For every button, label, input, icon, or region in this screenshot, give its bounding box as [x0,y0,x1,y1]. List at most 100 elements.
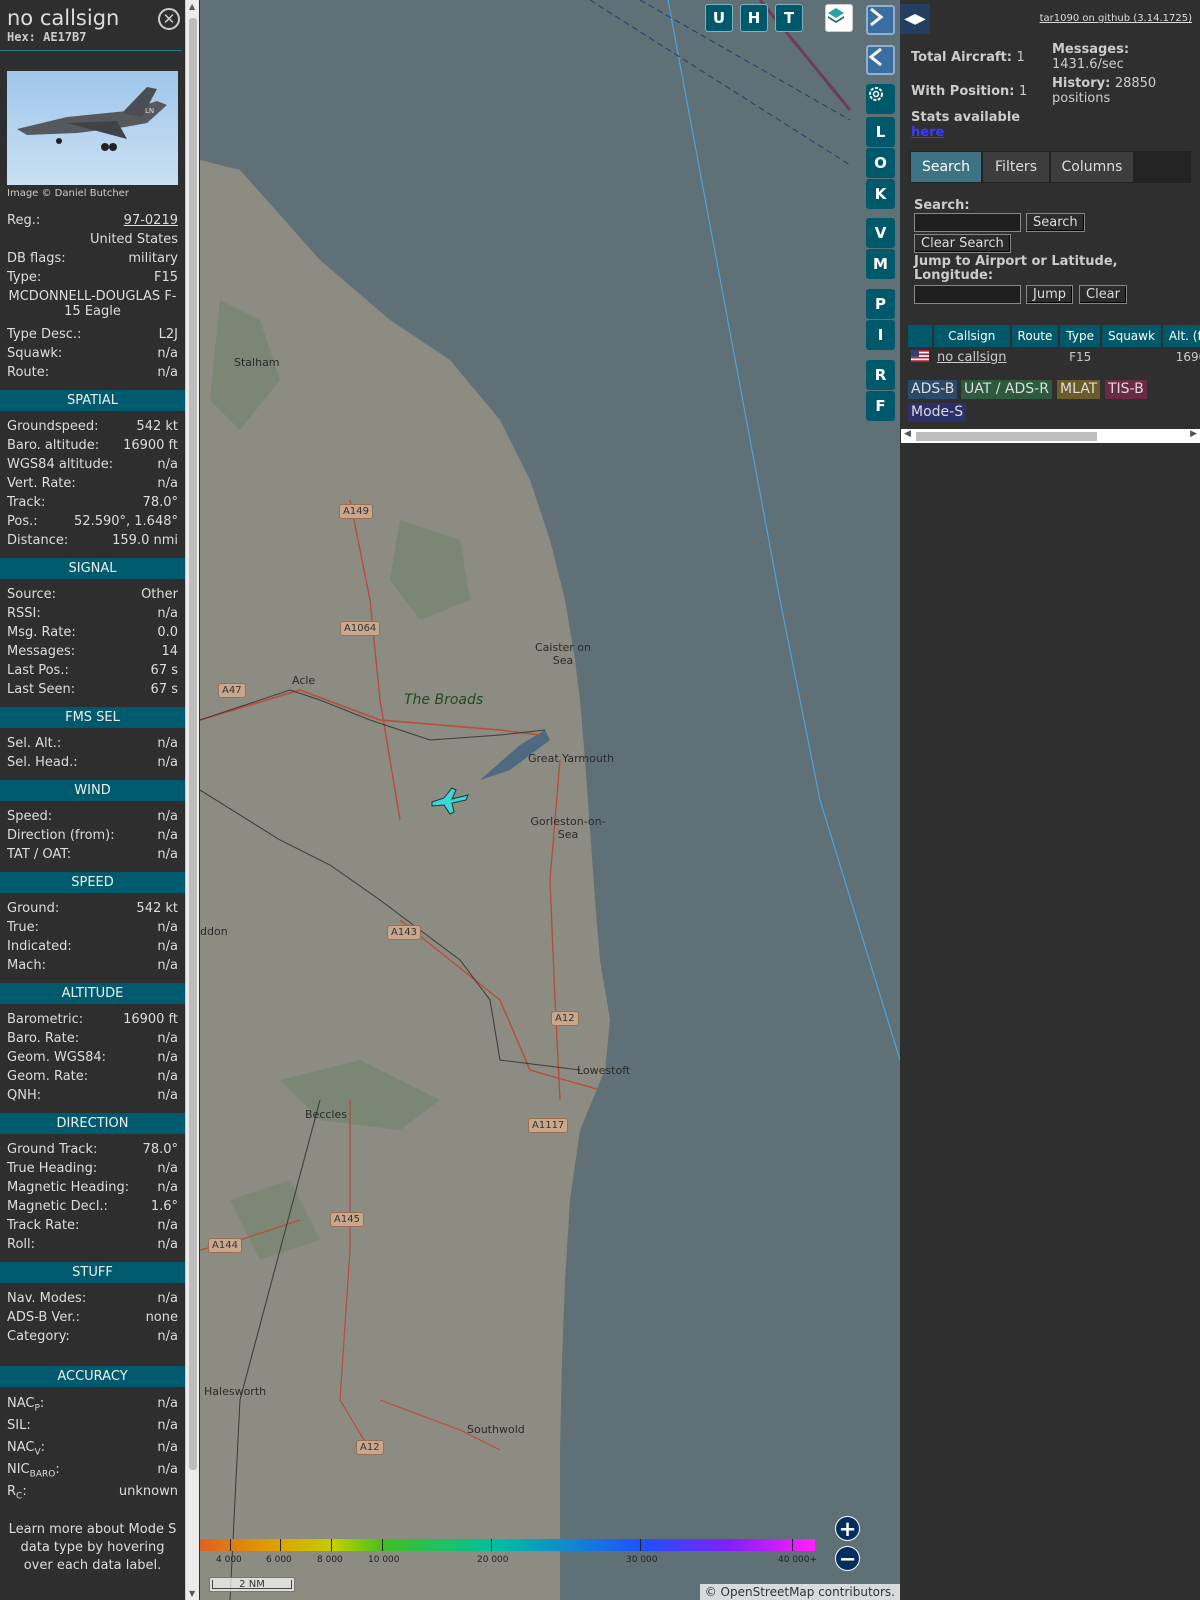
altitude-tick-label: 8 000 [317,1555,343,1565]
map-button-o[interactable]: O [866,148,895,178]
nacp-text: NAC [7,1396,35,1411]
altitude-tick [331,1539,332,1551]
scroll-right-icon[interactable]: ▶ [1190,429,1197,439]
settings-gear-icon[interactable] [866,84,895,114]
info-row: Vert. Rate: n/a [0,474,185,493]
github-link[interactable]: tar1090 on github (3.14.1725) [1040,13,1192,24]
info-row: Source: Other [0,585,185,604]
col-type[interactable]: Type [1060,325,1100,347]
info-row: TAT / OAT: n/a [0,845,185,864]
selected-callsign: no callsign [7,6,120,30]
toggle-panel-icon[interactable]: ◀▶ [900,4,930,34]
map-attribution[interactable]: © OpenStreetMap contributors. [699,1584,900,1600]
aircraft-photo[interactable]: LN [7,71,178,185]
close-icon[interactable]: ✕ [158,8,180,30]
info-row: ADS-B Ver.: none [0,1308,185,1327]
map-button-k[interactable]: K [866,179,895,209]
info-label: Baro. altitude: [7,438,100,453]
map-button-t[interactable]: T [775,4,803,32]
map-button-l[interactable]: L [866,117,895,147]
nacp-value: n/a [157,1396,178,1411]
map-button-r[interactable]: R [866,360,895,390]
map-button-v[interactable]: V [866,218,895,248]
nacv-sub: V [34,1447,41,1458]
info-label: Distance: [7,533,69,548]
info-value: n/a [157,457,178,472]
col-route[interactable]: Route [1011,325,1059,347]
altitude-tick-label: 20 000 [477,1555,509,1565]
table-horizontal-scrollbar[interactable]: ◀ ▶ [901,429,1200,443]
info-value: 67 s [150,663,178,678]
expand-right-icon[interactable] [866,5,895,35]
place-ddon: ddon [200,925,228,938]
place-the-broads: The Broads [404,692,484,708]
scrollbar-thumb[interactable] [189,18,197,1470]
col-squawk[interactable]: Squawk [1101,325,1161,347]
svg-text:LN: LN [145,107,154,115]
tab-columns[interactable]: Columns [1051,152,1133,182]
clear-search-button[interactable]: Clear Search [914,234,1011,253]
total-aircraft-label: Total Aircraft: [911,50,1012,65]
scale-line-bar [212,1580,292,1589]
sil-row: SIL: n/a [0,1415,185,1437]
country: United States [89,232,178,247]
info-row: RSSI: n/a [0,604,185,623]
layers-icon[interactable] [825,4,853,32]
map-button-m[interactable]: M [866,249,895,279]
jet-photo-graphic: LN [17,87,167,151]
col-flag[interactable] [908,325,932,347]
info-label: Sel. Head.: [7,755,78,770]
info-label: WGS84 altitude: [7,457,114,472]
zoom-in-icon[interactable]: + [835,1516,860,1541]
row-callsign[interactable]: no callsign [934,347,1010,367]
altitude-tick [792,1539,793,1551]
map-button-i[interactable]: I [866,320,895,350]
scroll-up-icon[interactable]: ▲ [189,2,195,11]
info-row: Geom. Rate: n/a [0,1067,185,1086]
map-button-u[interactable]: U [705,4,733,32]
jump-input[interactable] [914,285,1021,304]
info-value: n/a [157,1069,178,1084]
info-value: n/a [157,1291,178,1306]
map-button-p[interactable]: P [866,289,895,319]
hscroll-thumb[interactable] [916,432,1097,441]
search-input[interactable] [914,213,1021,232]
squawk-value: n/a [157,346,178,361]
map-button-f[interactable]: F [866,391,895,421]
stats-here-link[interactable]: here [911,125,944,140]
nacv-value: n/a [157,1440,178,1455]
info-row: Ground Track: 78.0° [0,1140,185,1159]
info-row: True: n/a [0,918,185,937]
info-header: no callsign Hex: AE17B7 [0,0,181,51]
table-row[interactable]: no callsign F15 16900 [908,347,1200,367]
tab-filters[interactable]: Filters [983,152,1049,182]
route-value: n/a [157,365,178,380]
search-label: Search: [914,198,970,213]
info-panel-scrollbar[interactable]: ▲ ▼ [185,0,199,1600]
collapse-left-icon[interactable] [866,45,895,75]
squawk-row: Squawk: n/a [0,344,185,363]
scroll-left-icon[interactable]: ◀ [904,429,911,439]
map-view[interactable]: Stalham Acle Caister on Sea The Broads G… [200,0,900,1600]
map-button-h[interactable]: H [740,4,768,32]
info-value: 14 [161,644,178,659]
scroll-down-icon[interactable]: ▼ [189,1589,195,1598]
tab-search[interactable]: Search [911,152,981,182]
info-label: Category: [7,1329,70,1344]
section-header-speed: SPEED [0,872,185,893]
jump-button[interactable]: Jump [1026,285,1073,304]
col-altitude[interactable]: Alt. (ft) [1162,325,1200,347]
info-value: n/a [157,847,178,862]
search-button[interactable]: Search [1026,213,1085,232]
altitude-color-bar [200,1539,815,1551]
zoom-out-icon[interactable]: − [835,1546,860,1571]
nacp-row: NACP: n/a [0,1393,185,1415]
info-value: n/a [157,1050,178,1065]
clear-button[interactable]: Clear [1079,285,1127,304]
reg-link[interactable]: 97-0219 [124,211,178,230]
aircraft-info-panel: no callsign Hex: AE17B7 ✕ LN Image © Dan… [0,0,185,1600]
typedesc-row: Type Desc.: L2J [0,325,185,344]
aircraft-marker-icon[interactable] [430,786,470,816]
info-row: Sel. Alt.: n/a [0,734,185,753]
col-callsign[interactable]: Callsign [934,325,1010,347]
